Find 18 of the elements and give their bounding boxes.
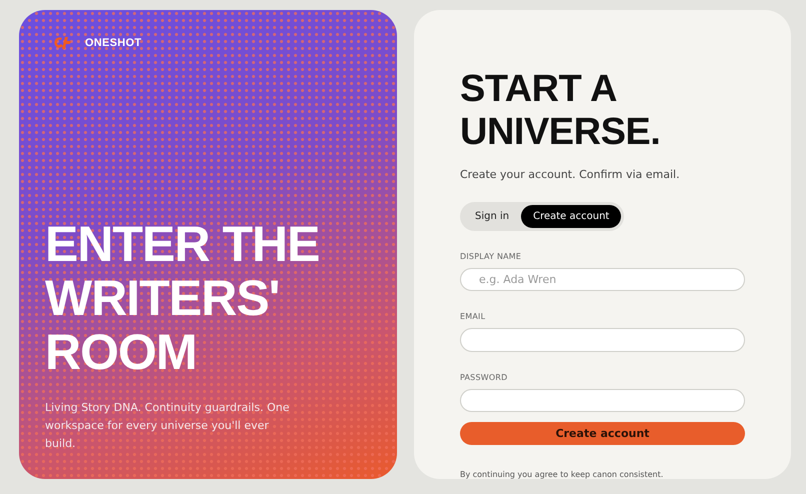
create-account-button[interactable]: Create account	[460, 422, 745, 445]
logo-icon	[53, 36, 73, 50]
field-label: DISPLAY NAME	[460, 252, 522, 261]
auth-tab[interactable]: Sign in	[463, 205, 522, 228]
brand-name: ONESHOT	[85, 37, 142, 49]
auth-tab[interactable]: Create account	[521, 205, 622, 228]
headline-line: ROOM	[45, 325, 198, 379]
form-title: START A UNIVERSE.	[460, 68, 662, 154]
field-label: PASSWORD	[460, 372, 508, 382]
tagline: Living Story DNA. Continuity guardrails. One workspace for every universe you'll ever build.	[45, 400, 290, 452]
headline-line: ENTER THE	[45, 217, 320, 271]
form-subtitle: Create your account. Confirm via email.	[460, 168, 681, 181]
input-field[interactable]	[460, 388, 745, 412]
input-field[interactable]: e.g. Ada Wren	[460, 268, 745, 292]
headline-line: WRITERS'	[45, 271, 280, 325]
field-label: EMAIL	[460, 312, 486, 322]
input-field[interactable]	[460, 328, 745, 352]
consent-note: By continuing you agree to keep canon consistent.	[460, 470, 664, 479]
